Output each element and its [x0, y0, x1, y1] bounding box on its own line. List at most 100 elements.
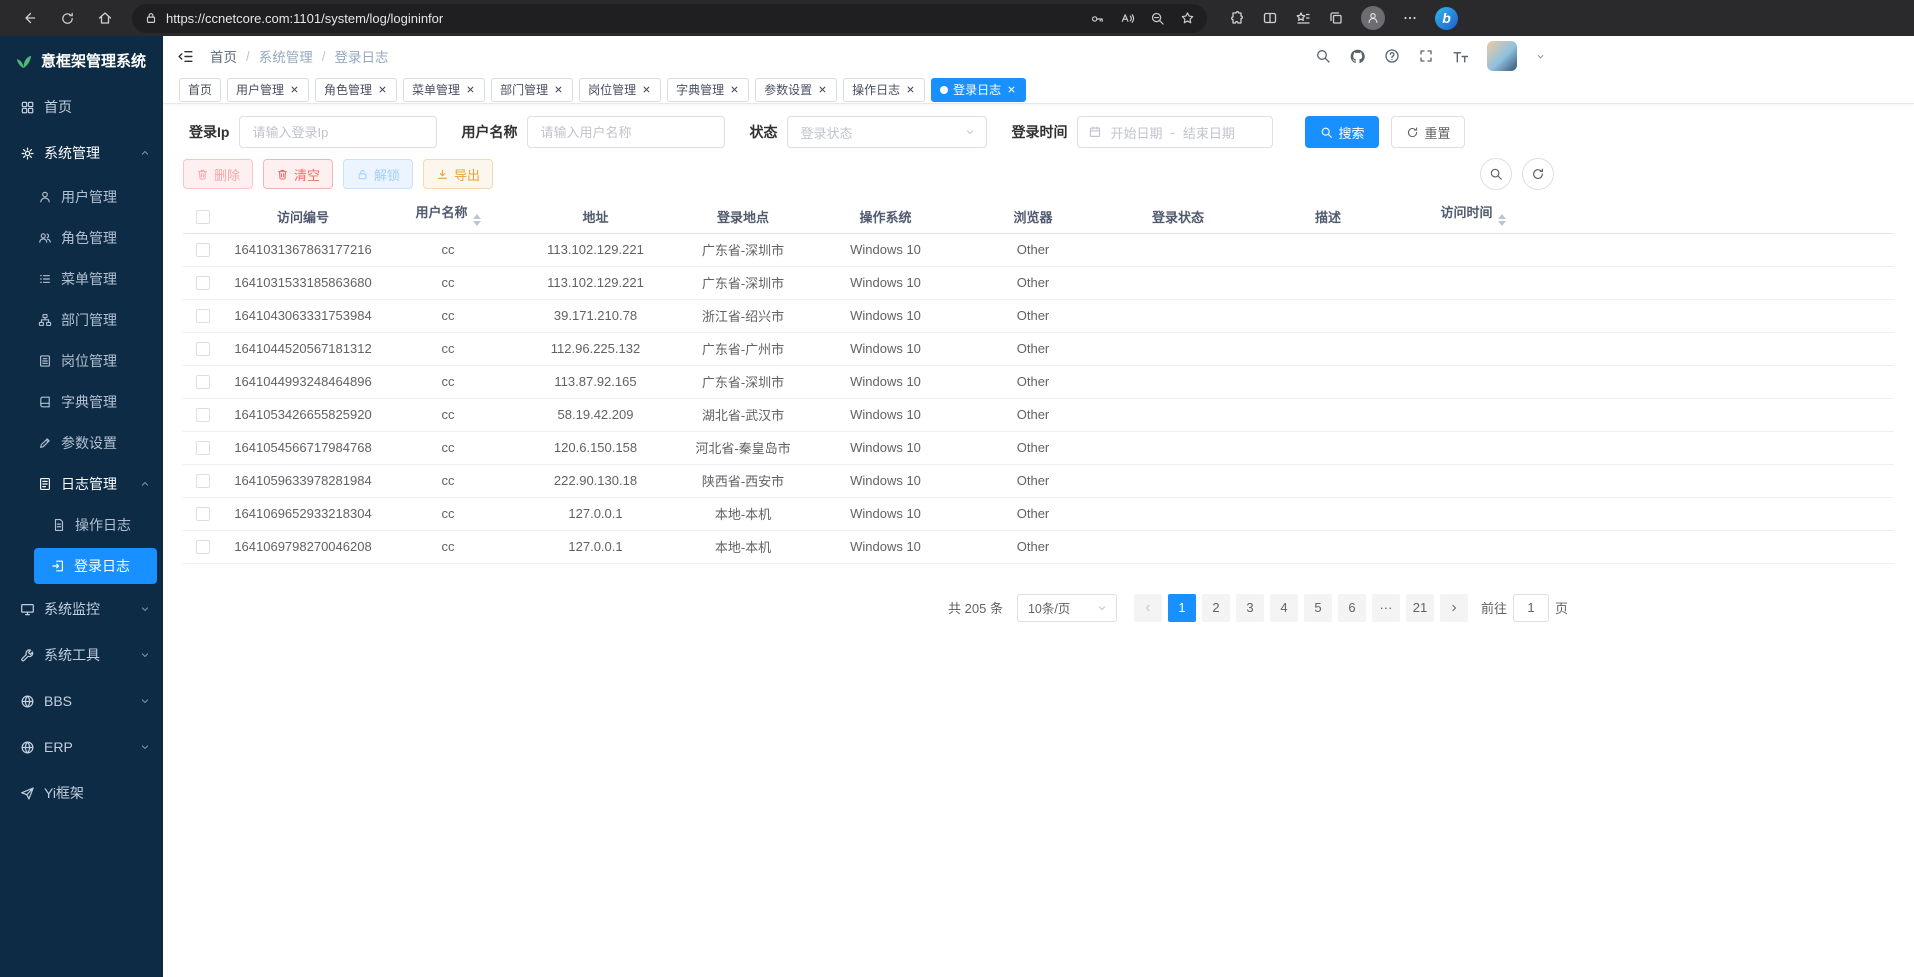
- sidebar-item-operation-log[interactable]: 操作日志: [0, 504, 163, 545]
- read-aloud-icon[interactable]: [1120, 11, 1135, 26]
- page-button-1[interactable]: 1: [1168, 594, 1196, 622]
- sidebar-item-dict-mgmt[interactable]: 字典管理: [0, 381, 163, 422]
- more-pages-button[interactable]: ···: [1372, 594, 1400, 622]
- tab-menu-mgmt[interactable]: 菜单管理: [403, 78, 485, 102]
- favorites-bar-icon[interactable]: [1295, 10, 1311, 26]
- select-all-checkbox[interactable]: [196, 210, 210, 224]
- username-input[interactable]: [527, 116, 725, 148]
- table-row[interactable]: 1641054566717984768 cc 120.6.150.158 河北省…: [183, 431, 1894, 464]
- sidebar-item-role-mgmt[interactable]: 角色管理: [0, 217, 163, 258]
- close-icon[interactable]: [553, 84, 564, 95]
- sort-icon[interactable]: [1498, 210, 1506, 230]
- prev-page-button[interactable]: [1134, 594, 1162, 622]
- sidebar-item-yi-framework[interactable]: Yi框架: [0, 770, 163, 816]
- collections-icon[interactable]: [1328, 10, 1344, 26]
- page-button-21[interactable]: 21: [1406, 594, 1434, 622]
- date-range-picker[interactable]: 开始日期 - 结束日期: [1077, 116, 1273, 148]
- close-icon[interactable]: [817, 84, 828, 95]
- sidebar-toggle-icon[interactable]: [177, 48, 194, 65]
- page-button-5[interactable]: 5: [1304, 594, 1332, 622]
- sidebar-item-system-mgmt[interactable]: 系统管理: [0, 130, 163, 176]
- row-checkbox[interactable]: [196, 441, 210, 455]
- tab-param-settings[interactable]: 参数设置: [755, 78, 837, 102]
- tab-dept-mgmt[interactable]: 部门管理: [491, 78, 573, 102]
- sidebar-item-param-settings[interactable]: 参数设置: [0, 422, 163, 463]
- tab-home[interactable]: 首页: [179, 78, 221, 102]
- reset-button[interactable]: 重置: [1391, 116, 1465, 148]
- user-avatar[interactable]: [1487, 41, 1517, 71]
- ip-input[interactable]: [239, 116, 437, 148]
- delete-button[interactable]: 删除: [183, 159, 253, 189]
- site-info-lock-icon[interactable]: [144, 11, 158, 25]
- browser-refresh-button[interactable]: [52, 3, 82, 33]
- close-icon[interactable]: [465, 84, 476, 95]
- table-row[interactable]: 1641053426655825920 cc 58.19.42.209 湖北省-…: [183, 398, 1894, 431]
- zoom-out-icon[interactable]: [1150, 11, 1165, 26]
- sidebar-item-system-tools[interactable]: 系统工具: [0, 632, 163, 678]
- sidebar-item-post-mgmt[interactable]: 岗位管理: [0, 340, 163, 381]
- row-checkbox[interactable]: [196, 342, 210, 356]
- start-date-placeholder[interactable]: 开始日期: [1110, 123, 1162, 142]
- row-checkbox[interactable]: [196, 276, 210, 290]
- row-checkbox[interactable]: [196, 474, 210, 488]
- close-icon[interactable]: [1006, 84, 1017, 95]
- page-button-2[interactable]: 2: [1202, 594, 1230, 622]
- sidebar-item-log-mgmt[interactable]: 日志管理: [0, 463, 163, 504]
- row-checkbox[interactable]: [196, 375, 210, 389]
- url-text[interactable]: https://ccnetcore.com:1101/system/log/lo…: [166, 11, 1082, 26]
- help-question-icon[interactable]: [1384, 48, 1400, 64]
- bing-chat-icon[interactable]: b: [1435, 7, 1458, 30]
- split-screen-icon[interactable]: [1262, 10, 1278, 26]
- browser-home-button[interactable]: [90, 3, 120, 33]
- sidebar-item-erp[interactable]: ERP: [0, 724, 163, 770]
- sidebar-item-system-monitor[interactable]: 系统监控: [0, 586, 163, 632]
- status-select[interactable]: 登录状态: [787, 116, 987, 148]
- close-icon[interactable]: [729, 84, 740, 95]
- extensions-puzzle-icon[interactable]: [1229, 10, 1245, 26]
- end-date-placeholder[interactable]: 结束日期: [1183, 123, 1235, 142]
- page-button-6[interactable]: 6: [1338, 594, 1366, 622]
- unlock-button[interactable]: 解锁: [343, 159, 413, 189]
- tab-operation-log[interactable]: 操作日志: [843, 78, 925, 102]
- close-icon[interactable]: [641, 84, 652, 95]
- password-key-icon[interactable]: [1090, 11, 1105, 26]
- close-icon[interactable]: [377, 84, 388, 95]
- table-row[interactable]: 1641044993248464896 cc 113.87.92.165 广东省…: [183, 365, 1894, 398]
- table-row[interactable]: 1641031367863177216 cc 113.102.129.221 广…: [183, 233, 1894, 266]
- sidebar-item-menu-mgmt[interactable]: 菜单管理: [0, 258, 163, 299]
- col-username[interactable]: 用户名称: [383, 200, 513, 233]
- page-button-4[interactable]: 4: [1270, 594, 1298, 622]
- goto-page-input[interactable]: [1513, 594, 1549, 622]
- browser-profile-avatar[interactable]: [1361, 6, 1385, 30]
- table-row[interactable]: 1641043063331753984 cc 39.171.210.78 浙江省…: [183, 299, 1894, 332]
- github-icon[interactable]: [1349, 48, 1366, 65]
- breadcrumb-home[interactable]: 首页: [210, 46, 237, 66]
- clear-button[interactable]: 清空: [263, 159, 333, 189]
- refresh-table-button[interactable]: [1522, 158, 1554, 190]
- row-checkbox[interactable]: [196, 408, 210, 422]
- add-favorite-star-icon[interactable]: [1180, 11, 1195, 26]
- search-button[interactable]: 搜索: [1305, 116, 1379, 148]
- tab-role-mgmt[interactable]: 角色管理: [315, 78, 397, 102]
- sidebar-item-home[interactable]: 首页: [0, 84, 163, 130]
- browser-menu-dots-icon[interactable]: [1402, 10, 1418, 26]
- sidebar-item-user-mgmt[interactable]: 用户管理: [0, 176, 163, 217]
- col-visit-time[interactable]: 访问时间: [1403, 200, 1543, 233]
- sidebar-item-dept-mgmt[interactable]: 部门管理: [0, 299, 163, 340]
- page-button-3[interactable]: 3: [1236, 594, 1264, 622]
- chevron-down-icon[interactable]: [1535, 51, 1546, 62]
- table-row[interactable]: 1641069798270046208 cc 127.0.0.1 本地-本机 W…: [183, 530, 1894, 563]
- fullscreen-icon[interactable]: [1418, 48, 1434, 64]
- tab-dict-mgmt[interactable]: 字典管理: [667, 78, 749, 102]
- sort-icon[interactable]: [473, 210, 481, 230]
- toggle-search-button[interactable]: [1480, 158, 1512, 190]
- export-button[interactable]: 导出: [423, 159, 493, 189]
- row-checkbox[interactable]: [196, 540, 210, 554]
- browser-back-button[interactable]: [14, 3, 44, 33]
- row-checkbox[interactable]: [196, 507, 210, 521]
- row-checkbox[interactable]: [196, 309, 210, 323]
- table-row[interactable]: 1641031533185863680 cc 113.102.129.221 广…: [183, 266, 1894, 299]
- font-size-icon[interactable]: [1452, 48, 1469, 65]
- table-row[interactable]: 1641059633978281984 cc 222.90.130.18 陕西省…: [183, 464, 1894, 497]
- sidebar-item-bbs[interactable]: BBS: [0, 678, 163, 724]
